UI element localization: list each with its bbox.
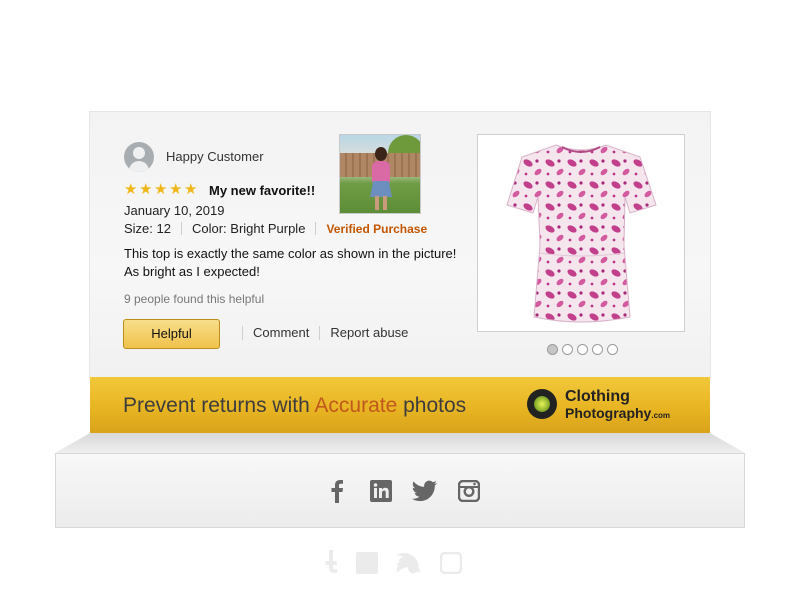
divider	[319, 325, 321, 340]
logo-name: Photography	[565, 405, 652, 421]
stand-top	[55, 433, 745, 453]
blouse-image	[506, 144, 657, 323]
helpful-count: 9 people found this helpful	[124, 292, 265, 306]
instagram-icon	[439, 545, 463, 575]
twitter-icon[interactable]	[412, 478, 438, 504]
banner-tagline: Prevent returns with Accurate photos	[123, 394, 466, 418]
tagline-accent: Accurate	[314, 394, 398, 417]
divider	[242, 325, 243, 340]
social-icons	[324, 478, 482, 504]
star-icon: ★	[169, 181, 183, 198]
avatar	[124, 142, 154, 172]
divider	[180, 222, 182, 235]
tagline-text: Prevent returns with	[123, 394, 315, 417]
star-icon: ★	[139, 181, 153, 198]
star-icon: ★	[154, 181, 168, 198]
star-icon: ★	[184, 181, 198, 198]
carousel-dots	[547, 344, 618, 355]
star-rating: ★ ★ ★ ★ ★	[124, 181, 198, 198]
camera-lens-icon	[527, 389, 557, 419]
instagram-icon[interactable]	[456, 478, 482, 504]
brand-logo[interactable]: Clothing Photography.com	[527, 387, 697, 423]
divider	[315, 222, 317, 235]
review-text: This top is exactly the same color as sh…	[124, 246, 457, 279]
review-card: Happy Customer ★ ★ ★ ★ ★ My new favorite…	[90, 112, 710, 377]
reviewer-name: Happy Customer	[166, 149, 264, 164]
verified-badge: Verified Purchase	[326, 221, 428, 236]
review-date: January 10, 2019	[124, 203, 225, 218]
star-icon: ★	[124, 181, 138, 198]
comment-link[interactable]: Comment	[253, 325, 309, 340]
facebook-icon[interactable]	[324, 478, 350, 504]
facebook-icon	[324, 545, 338, 574]
logo-line2: Photography.com	[565, 405, 670, 421]
carousel-dot[interactable]	[547, 344, 558, 355]
carousel-dot[interactable]	[592, 344, 603, 355]
carousel-dot[interactable]	[562, 344, 573, 355]
logo-line1: Clothing	[565, 388, 630, 405]
linkedin-icon[interactable]	[368, 478, 394, 504]
linkedin-icon	[356, 545, 378, 574]
review-actions: Comment Report abuse	[232, 325, 408, 340]
tagline-text: photos	[397, 394, 467, 417]
size-label: Size: 12	[124, 221, 171, 236]
promo-banner: Prevent returns with Accurate photos Clo…	[90, 377, 710, 433]
report-abuse-link[interactable]: Report abuse	[330, 325, 408, 340]
logo-tld: .com	[651, 411, 671, 420]
review-meta: Size: 12 Color: Bright Purple Verified P…	[124, 221, 427, 236]
review-title: My new favorite!!	[209, 183, 316, 198]
social-icons-reflection	[324, 545, 463, 575]
customer-photo[interactable]	[339, 134, 421, 214]
color-label: Color: Bright Purple	[191, 221, 306, 236]
carousel-dot[interactable]	[607, 344, 618, 355]
carousel-dot[interactable]	[577, 344, 588, 355]
twitter-icon	[396, 545, 422, 574]
product-image[interactable]	[477, 134, 685, 332]
helpful-button[interactable]: Helpful	[123, 319, 220, 349]
